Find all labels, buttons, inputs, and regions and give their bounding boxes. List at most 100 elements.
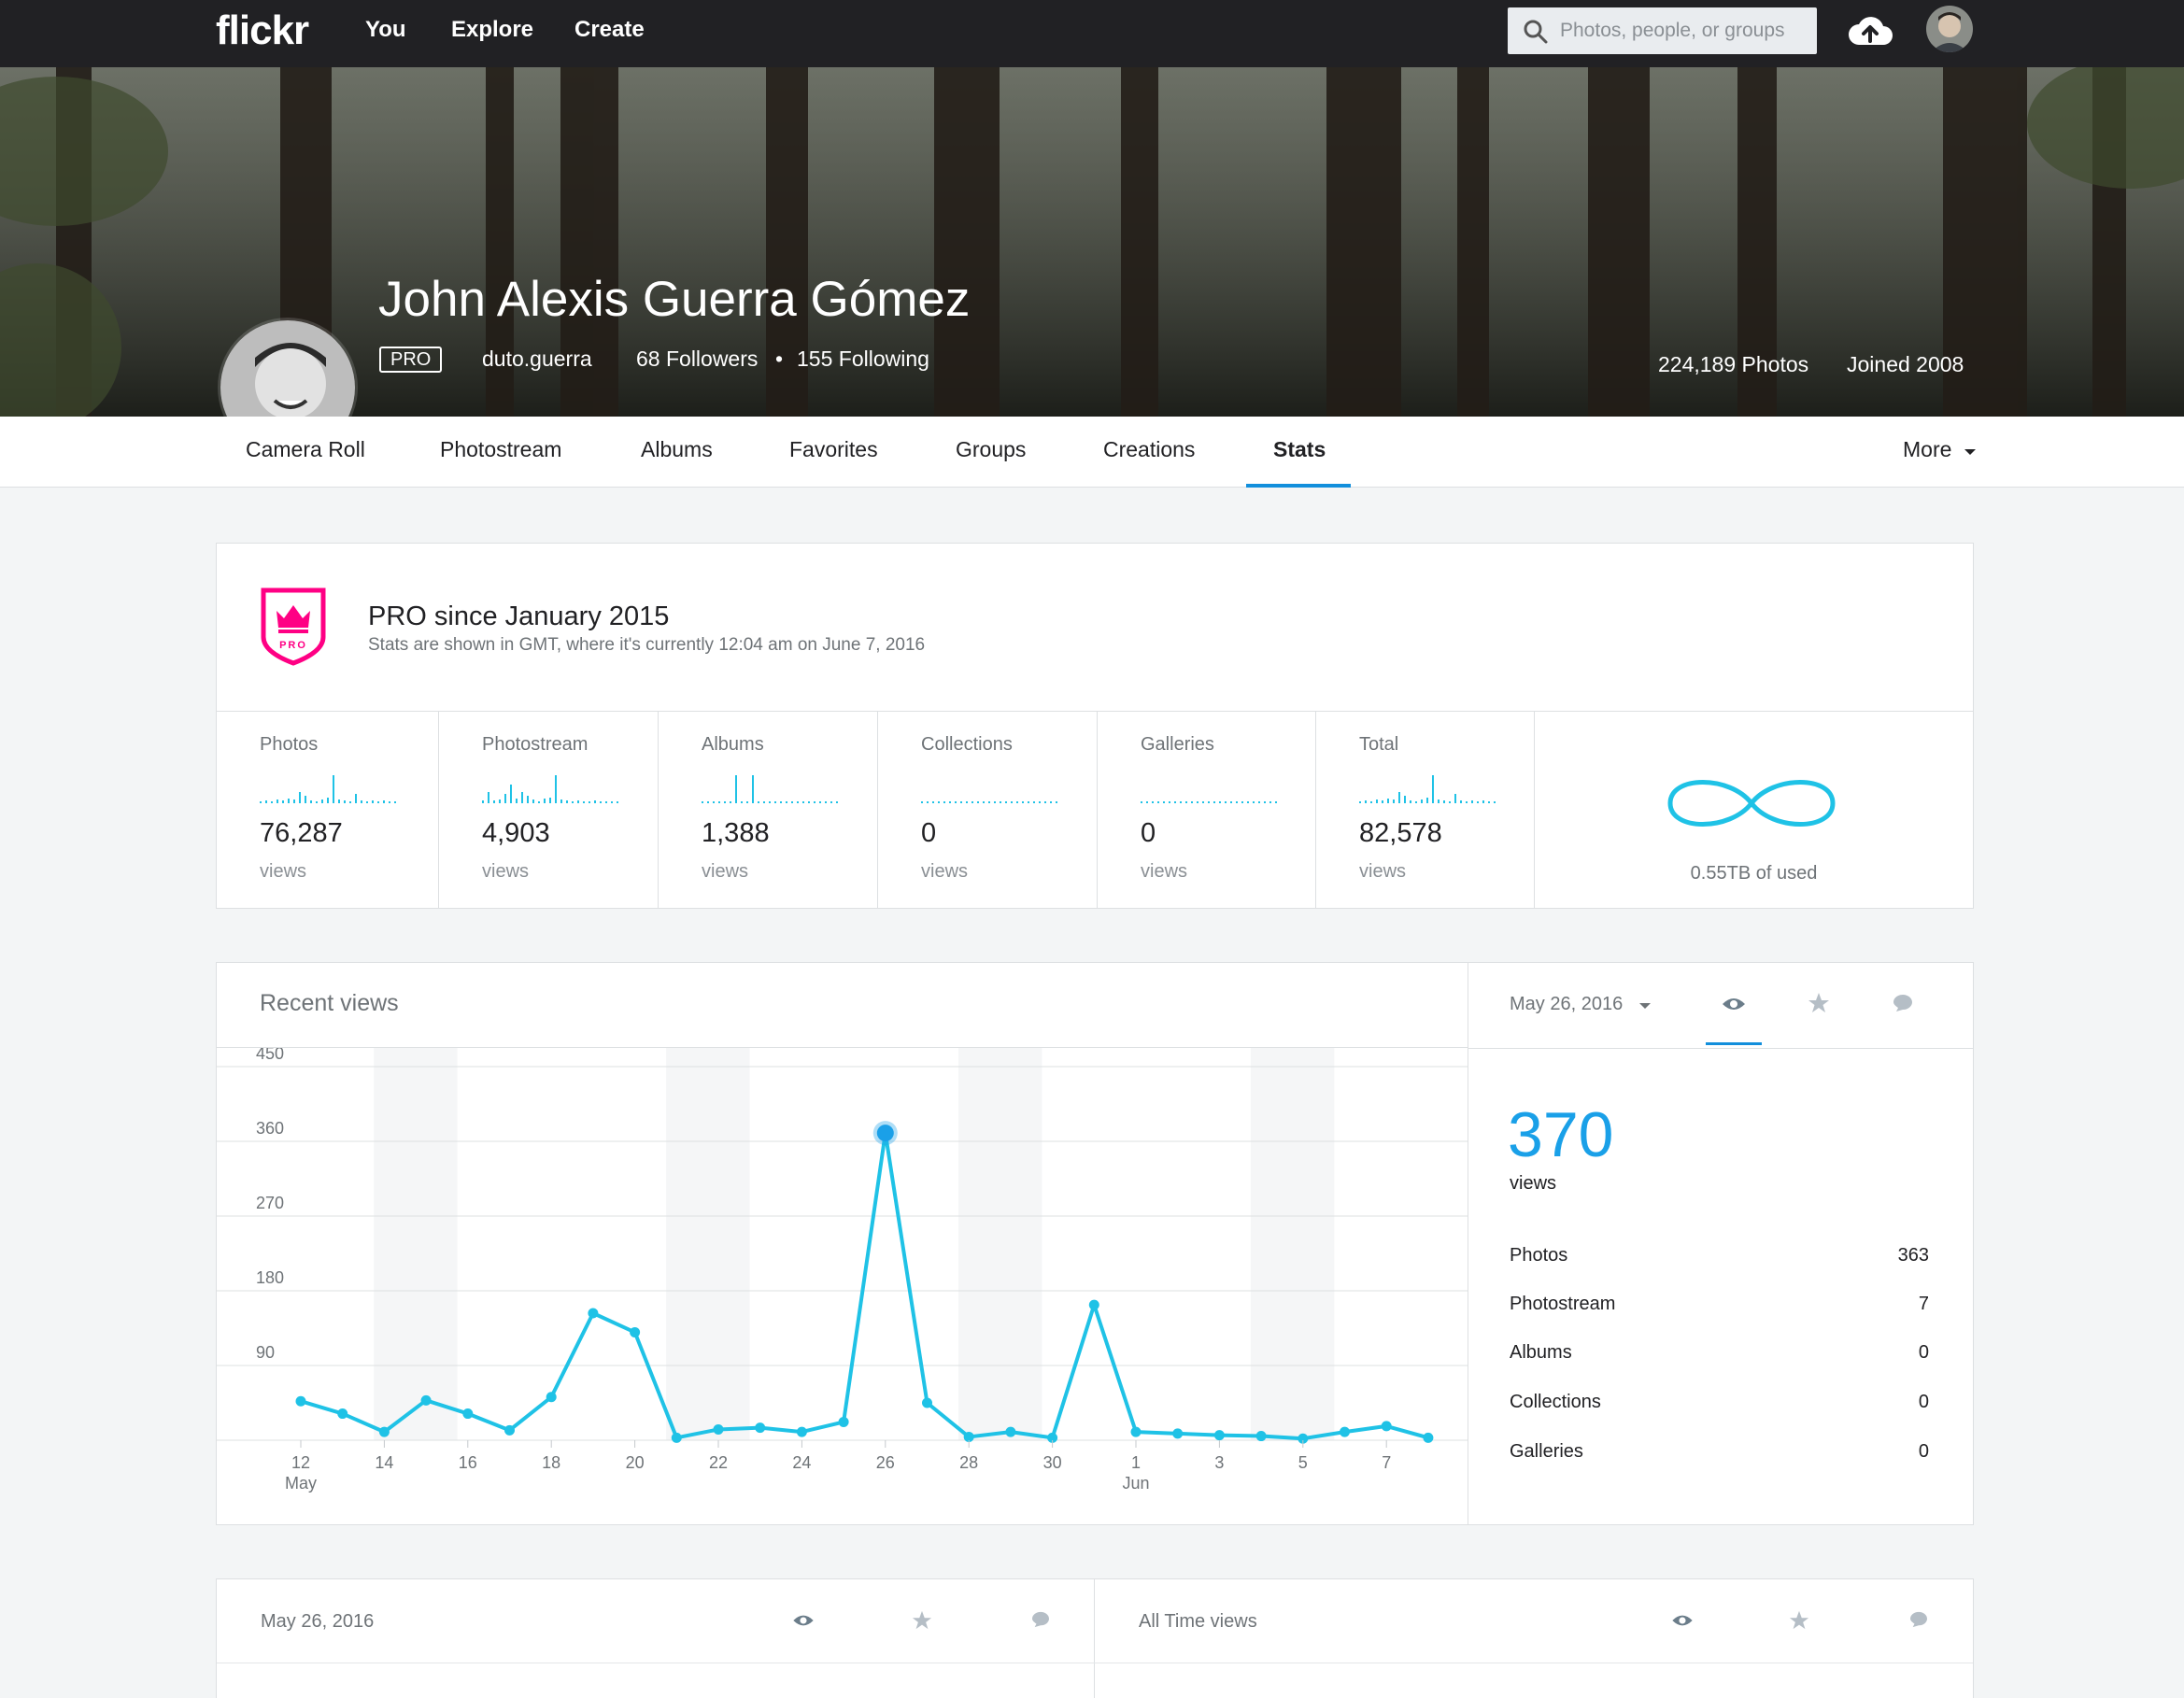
sparkline-bar — [260, 801, 262, 803]
search-input[interactable] — [1560, 7, 1808, 54]
sparkline-bar — [802, 801, 804, 803]
sparkline-bar — [746, 801, 748, 803]
sparkline-bar — [927, 801, 929, 803]
sparkline-bar — [1236, 801, 1238, 803]
sparkline-bar — [1477, 801, 1479, 803]
weekend-band — [666, 1048, 750, 1440]
y-tick-label: 360 — [256, 1119, 284, 1138]
sparkline-bar — [560, 799, 562, 803]
sparkline-bar — [735, 775, 737, 803]
eye-icon[interactable] — [792, 1613, 815, 1628]
data-point — [838, 1416, 849, 1427]
date-picker[interactable]: May 26, 2016 — [1510, 994, 1651, 1015]
divider — [1468, 1048, 1973, 1049]
data-point — [420, 1394, 432, 1406]
sparkline-bar — [724, 801, 726, 803]
eye-icon[interactable] — [1722, 996, 1746, 1012]
tab-creations[interactable]: Creations — [1103, 437, 1195, 462]
tab-stats[interactable]: Stats — [1273, 437, 1326, 462]
data-point — [546, 1392, 557, 1403]
sparkline-bar — [1011, 801, 1013, 803]
tab-albums[interactable]: Albums — [641, 437, 713, 462]
sparkline-bar — [825, 801, 827, 803]
sparkline-bar — [1387, 799, 1389, 803]
sparkline-bar — [1141, 801, 1142, 803]
sparkline-bar — [1443, 800, 1445, 803]
sparkline-bar — [983, 801, 985, 803]
comment-icon[interactable] — [1909, 1611, 1928, 1628]
sparkline-bar — [566, 800, 568, 803]
sparkline-bar — [293, 799, 295, 803]
active-tab-indicator — [1246, 484, 1351, 488]
more-menu[interactable]: More — [1903, 437, 1977, 462]
sparkline-bar — [966, 801, 968, 803]
star-icon[interactable] — [912, 1610, 932, 1631]
x-tick-label: 5 — [1298, 1453, 1308, 1472]
followers-link[interactable]: 68 Followers — [636, 347, 758, 372]
sparkline-bar — [774, 801, 776, 803]
joined-date: Joined 2008 — [1847, 352, 1964, 376]
tab-photostream[interactable]: Photostream — [440, 437, 561, 462]
stat-cell-albums[interactable]: Albums 1,388 views — [658, 712, 877, 908]
top-nav-bar: flickr You Explore Create — [0, 0, 2184, 67]
sparkline-bar — [1410, 800, 1411, 803]
sparkline-bar — [327, 798, 329, 803]
search-box[interactable] — [1508, 7, 1817, 54]
nav-you[interactable]: You — [365, 17, 406, 43]
upload-cloud-icon[interactable] — [1848, 13, 1893, 47]
sparkline-bar — [600, 801, 602, 803]
stat-unit: views — [482, 861, 530, 882]
stat-cell-photostream[interactable]: Photostream 4,903 views — [438, 712, 658, 908]
sparkline-bar — [1163, 801, 1165, 803]
data-point — [1088, 1299, 1099, 1310]
tab-favorites[interactable]: Favorites — [789, 437, 878, 462]
profile-avatar[interactable] — [218, 318, 358, 417]
comment-icon[interactable] — [1893, 994, 1913, 1012]
y-tick-label: 270 — [256, 1194, 284, 1212]
eye-icon[interactable] — [1671, 1613, 1694, 1628]
sparkline-bar — [1225, 801, 1227, 803]
caret-down-icon — [1638, 1003, 1651, 1009]
x-tick-label: 22 — [709, 1453, 728, 1472]
sparkline-bar — [1219, 801, 1221, 803]
stat-cell-collections[interactable]: Collections 0 views — [877, 712, 1097, 908]
data-point — [1172, 1428, 1184, 1439]
sparkline-bar — [355, 794, 357, 803]
sparkline-bar — [605, 801, 607, 803]
sparkline — [702, 775, 838, 803]
sparkline-bar — [389, 801, 390, 803]
data-point — [713, 1423, 724, 1435]
pro-badge[interactable]: PRO — [379, 347, 443, 373]
user-avatar[interactable] — [1926, 6, 1973, 52]
sparkline-bar — [1269, 801, 1271, 803]
sparkline-bar — [707, 801, 709, 803]
star-icon[interactable] — [1808, 992, 1830, 1014]
sparkline-bar — [1488, 801, 1490, 803]
stat-cell-total[interactable]: Total 82,578 views — [1315, 712, 1535, 908]
sparkline-bar — [769, 801, 771, 803]
following-link[interactable]: 155 Following — [797, 347, 929, 372]
flickr-logo[interactable]: flickr — [216, 7, 309, 54]
sparkline-bar — [394, 801, 396, 803]
comment-icon[interactable] — [1031, 1611, 1050, 1628]
x-tick-label: 28 — [959, 1453, 978, 1472]
sparkline-bar — [1471, 800, 1473, 803]
sparkline-bar — [730, 801, 731, 803]
tab-camera-roll[interactable]: Camera Roll — [246, 437, 365, 462]
nav-explore[interactable]: Explore — [451, 17, 533, 43]
star-icon[interactable] — [1789, 1610, 1809, 1631]
active-metric-indicator — [1706, 1042, 1762, 1045]
x-tick-sublabel: Jun — [1122, 1474, 1149, 1493]
stat-cell-photos[interactable]: Photos 76,287 views — [217, 712, 436, 908]
stat-label: Collections — [921, 734, 1013, 755]
sparkline-bar — [611, 801, 613, 803]
sparkline-bar — [1033, 801, 1035, 803]
tab-groups[interactable]: Groups — [956, 437, 1026, 462]
sparkline-bar — [1398, 792, 1400, 803]
nav-create[interactable]: Create — [574, 17, 645, 43]
recent-views-chart[interactable]: 90 180 270 360 450 12 May 14 16 18 20 22 24 26 28 30 1 Ju… — [217, 1048, 1468, 1524]
sparkline-bar — [544, 799, 546, 803]
sparkline-bar — [702, 801, 703, 803]
stat-cell-galleries[interactable]: Galleries 0 views — [1097, 712, 1316, 908]
sparkline-bar — [589, 801, 590, 803]
